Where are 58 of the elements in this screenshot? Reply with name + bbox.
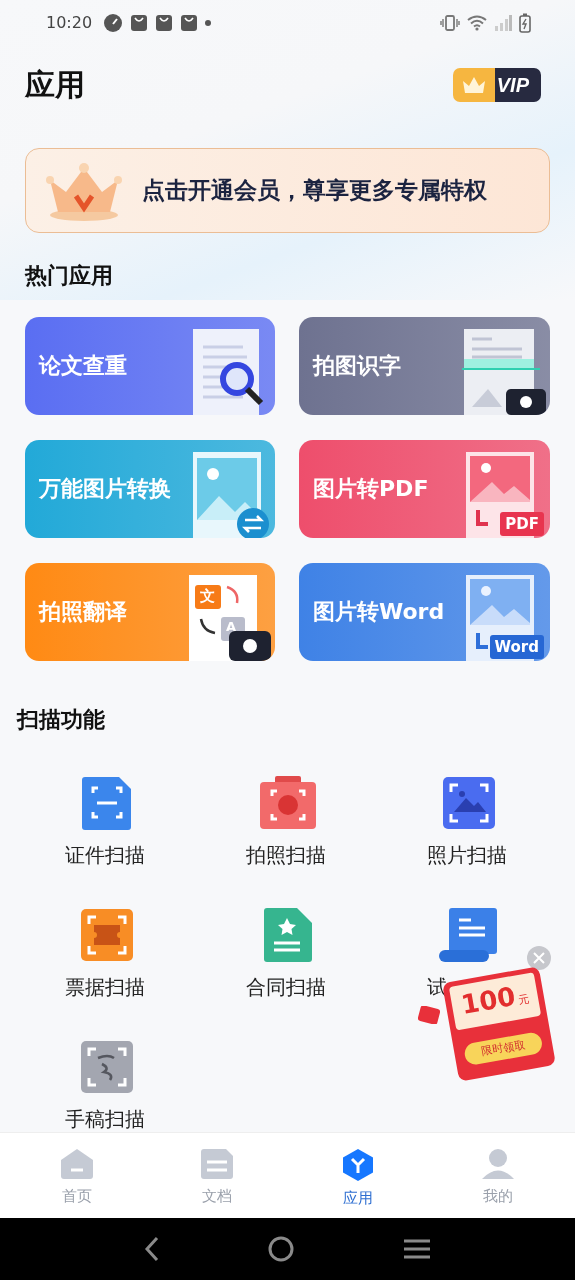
format-tag: Word [489,635,544,659]
section-title: 热门应用 [23,262,114,290]
coupon-amount: 100 [458,980,519,1022]
app-card[interactable]: 拍照翻译 文 A [25,563,275,661]
menu-icon[interactable] [403,1238,432,1260]
gauge-icon [103,12,124,33]
status-time: 10:20 [46,13,93,32]
battery-icon [519,12,531,33]
handwriting-scan-icon[interactable] [79,1039,134,1095]
home-circle-icon[interactable] [267,1235,296,1263]
claim-button[interactable]: 限时领取 [463,1031,544,1067]
scan-label[interactable]: 合同扫描 [245,973,326,1001]
page-title: 应用 [25,65,85,104]
contract-scan-icon[interactable] [262,907,313,963]
dot-icon [205,19,212,26]
receipt-scan-icon[interactable] [79,907,134,963]
scan-label[interactable]: 票据扫描 [64,973,145,1001]
nav-tab[interactable]: 我的 [427,1133,568,1218]
person-icon [480,1148,515,1180]
app-card[interactable]: 拍图识字 [299,317,550,415]
app-card[interactable]: 论文查重 [25,317,275,415]
vip-button[interactable]: VIP [452,68,541,102]
format-tag: PDF [500,512,544,536]
section-title: 扫描功能 [15,706,106,734]
coupon-unit: 元 [516,991,531,1009]
apps-icon [341,1148,374,1182]
vibrate-icon [440,14,460,31]
banner-text: 点击开通会员，尊享更多专属特权 [142,176,487,205]
scan-label[interactable]: 照片扫描 [426,841,507,869]
bag-icon [130,13,149,32]
app-card[interactable]: 图片转Word Word [299,563,550,661]
document-icon [200,1148,235,1180]
language-glyph: 文 [200,586,215,606]
wifi-icon [467,14,487,31]
id-scan-icon[interactable] [80,775,133,831]
small-envelope-icon [418,1006,440,1024]
scroll-icon[interactable] [438,907,499,963]
bag-icon [180,13,199,32]
language-glyph: A [226,618,237,636]
scan-label[interactable]: 拍照扫描 [245,841,326,869]
home-icon [60,1148,95,1180]
bag-icon [155,13,174,32]
nav-tab[interactable]: 文档 [147,1133,288,1218]
app-card[interactable]: 万能图片转换 [25,440,275,538]
translate-camera-icon [187,573,273,661]
scan-label[interactable]: 证件扫描 [64,841,145,869]
scan-label[interactable]: 手稿扫描 [64,1105,145,1132]
back-icon[interactable] [143,1236,160,1262]
app-card[interactable]: 图片转PDF PDF [299,440,550,538]
membership-banner[interactable]: 点击开通会员，尊享更多专属特权 [25,148,550,233]
crown-icon [460,75,487,95]
close-icon[interactable] [526,945,552,971]
photo-scan-icon[interactable] [441,775,496,831]
nav-tab[interactable]: 首页 [7,1133,148,1218]
signal-icon [494,14,512,31]
scan-camera-icon [462,327,548,415]
camera-scan-icon[interactable] [258,775,317,831]
nav-tab[interactable]: 应用 [287,1133,428,1218]
